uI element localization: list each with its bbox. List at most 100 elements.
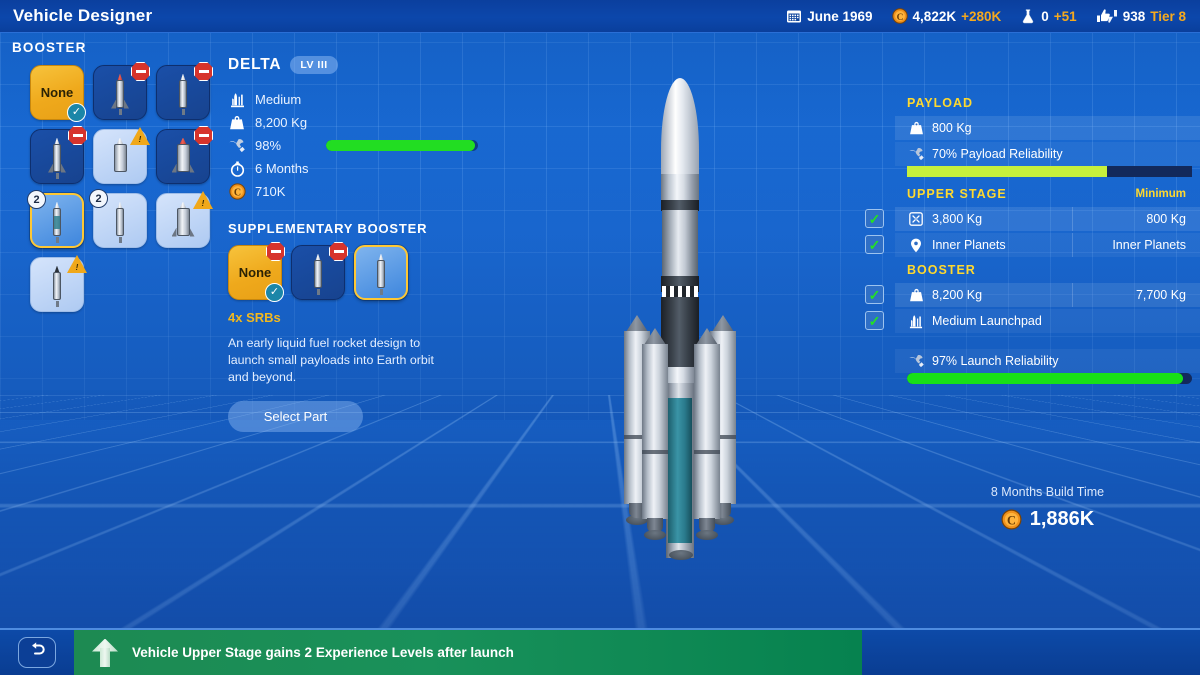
rocket-preview[interactable] [600, 78, 780, 590]
rocket-icon [51, 265, 63, 307]
status-group: June 1969 C 4,822K +280K 0 +51 938 Tier … [786, 8, 1200, 24]
select-part-button[interactable]: Select Part [228, 401, 363, 432]
rocket-icon [114, 201, 126, 243]
detail-reliability-value: 98% [255, 138, 282, 153]
rocket-icon [375, 253, 387, 295]
locked-icon [266, 242, 285, 261]
svg-text:C: C [1007, 513, 1016, 527]
part-cell-locked-3[interactable] [30, 126, 87, 184]
bottom-bar: Vehicle Upper Stage gains 2 Experience L… [0, 628, 1200, 675]
part-cell-warn-1[interactable]: ! [93, 127, 150, 184]
launchpad-icon [907, 312, 925, 330]
core-pad [669, 550, 693, 560]
checkbox-booster-mass[interactable]: ✓ [865, 285, 884, 304]
payload-mass-row: 800 Kg [895, 116, 1200, 140]
status-science[interactable]: 0 +51 [1020, 8, 1077, 24]
status-money[interactable]: C 4,822K +280K [891, 8, 1002, 24]
payload-reliability-bar [907, 166, 1192, 177]
part-name: DELTA [228, 56, 282, 73]
upper-stage-header: UPPER STAGE Minimum [895, 183, 1200, 205]
part-cell-locked-1[interactable] [93, 62, 150, 120]
rocket-icon [112, 137, 129, 175]
check-icon: ✓ [67, 103, 86, 122]
part-cell-delta-selected[interactable]: 2 [27, 190, 84, 248]
srb-pad-right-front [696, 530, 718, 540]
part-none-label: None [40, 85, 74, 100]
status-money-delta: +280K [961, 8, 1002, 24]
upper-stage-title: UPPER STAGE [907, 187, 1007, 201]
status-science-value: 0 [1041, 8, 1049, 24]
supp-cell-locked[interactable] [291, 242, 348, 300]
upper-stage-capacity-row: ✓ 3,800 Kg 800 Kg [865, 207, 1200, 231]
science-flask-icon [1020, 8, 1036, 24]
credits-coin-icon: C [1001, 509, 1022, 530]
top-bar: Vehicle Designer June 1969 C 4,822K +280… [0, 0, 1200, 33]
capacity-icon [907, 210, 925, 228]
status-reputation[interactable]: 938 Tier 8 [1096, 8, 1186, 24]
launch-reliability-bar [907, 373, 1192, 384]
booster-mass-row: ✓ 8,200 Kg 7,700 Kg [865, 283, 1200, 307]
detail-launchpad-value: Medium [255, 92, 302, 107]
detail-time-value: 6 Months [255, 161, 309, 176]
part-cell-count-2[interactable]: 2 [89, 189, 147, 248]
warning-icon: ! [130, 127, 150, 145]
upper-stage-destination-value: Inner Planets [932, 238, 1006, 252]
rocket-icon [51, 201, 63, 243]
svg-text:C: C [896, 13, 903, 23]
part-cell-locked-2[interactable] [156, 62, 213, 120]
detail-cost-value: 710K [255, 184, 286, 199]
part-cell-locked-4[interactable] [156, 126, 213, 184]
payload-section-title: PAYLOAD [907, 96, 974, 110]
rocket-icon [177, 73, 189, 115]
svg-text:C: C [233, 187, 240, 198]
minimum-label: Minimum [1135, 188, 1186, 200]
vehicle-summary-panel: PAYLOAD 800 Kg 70% Payload Reliability U… [865, 90, 1200, 384]
experience-banner-text: Vehicle Upper Stage gains 2 Experience L… [132, 645, 514, 660]
booster-launchpad-row: ✓ Medium Launchpad [865, 309, 1200, 333]
status-science-delta: +51 [1053, 8, 1077, 24]
stopwatch-icon [228, 160, 246, 178]
build-time-label: 8 Months Build Time [990, 485, 1105, 499]
detail-stat-launchpad: Medium [228, 88, 478, 111]
credits-coin-icon: C [891, 8, 908, 24]
status-date-value: June 1969 [807, 8, 873, 24]
srb-count-label: 4x SRBs [228, 310, 281, 325]
upper-stage-capacity-value: 3,800 Kg [932, 212, 983, 226]
experience-banner: Vehicle Upper Stage gains 2 Experience L… [74, 630, 862, 675]
payload-reliability-label: 70% Payload Reliability [932, 147, 1063, 161]
page-title: Vehicle Designer [13, 6, 153, 25]
srb-right-front [694, 328, 720, 533]
fairing-base [661, 174, 699, 202]
upper-stage-capacity-min: 800 Kg [1072, 207, 1200, 231]
detail-stat-cost: C 710K [228, 180, 478, 203]
build-cost: C 1,886K [895, 508, 1200, 531]
part-cell-warn-3[interactable]: ! [30, 255, 87, 312]
part-count-badge: 2 [89, 189, 108, 208]
locked-icon [194, 62, 213, 81]
booster-section-title: BOOSTER [907, 263, 976, 277]
supp-cell-none[interactable]: None ✓ [228, 242, 285, 302]
supplementary-booster-title: SUPPLEMENTARY BOOSTER [228, 221, 428, 236]
supplementary-booster-grid: None ✓ [228, 242, 478, 302]
part-cell-none[interactable]: None ✓ [30, 65, 86, 122]
rocket-icon [111, 73, 129, 115]
booster-mass-value: 8,200 Kg [932, 288, 983, 302]
booster-mass-min: 7,700 Kg [1072, 283, 1200, 307]
supp-cell-srb-selected[interactable] [354, 245, 408, 300]
status-money-value: 4,822K [912, 8, 957, 24]
srb-left-front [642, 328, 668, 533]
locked-icon [194, 126, 213, 145]
checkbox-booster-launchpad[interactable]: ✓ [865, 311, 884, 330]
status-date[interactable]: June 1969 [786, 8, 873, 24]
build-cost-value: 1,886K [1029, 508, 1095, 530]
checkbox-upper-capacity[interactable]: ✓ [865, 209, 884, 228]
undo-button[interactable] [18, 637, 56, 668]
detail-stat-time: 6 Months [228, 157, 478, 180]
rocket-icon [171, 137, 195, 175]
checkbox-upper-destination[interactable]: ✓ [865, 235, 884, 254]
locked-icon [131, 62, 150, 81]
rocket-icon [171, 201, 195, 239]
part-cell-warn-2[interactable]: ! [156, 191, 213, 248]
payload-fairing [661, 78, 699, 178]
locked-icon [68, 126, 87, 145]
